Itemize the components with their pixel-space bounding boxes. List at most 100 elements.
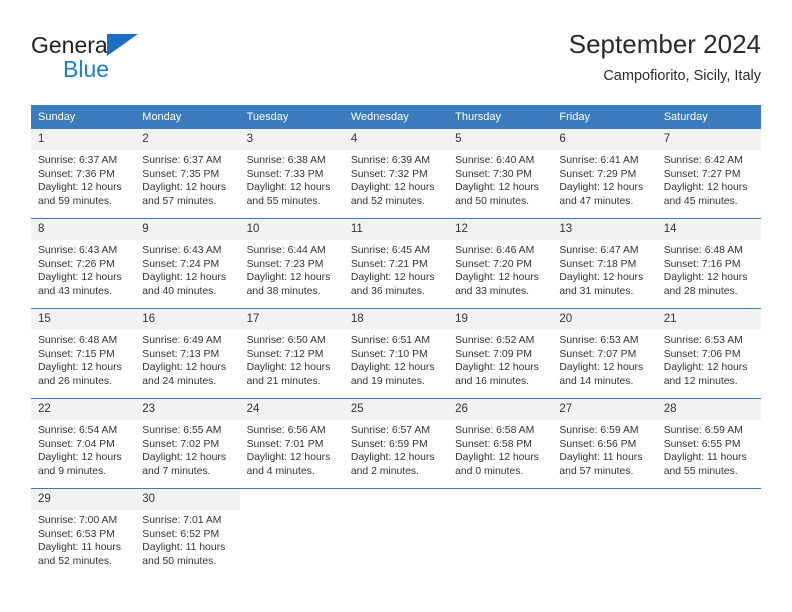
triangle-icon — [107, 34, 138, 56]
day-number: 1 — [31, 129, 136, 150]
day-cell[interactable]: 28 Sunrise: 6:59 AM Sunset: 6:55 PM Dayligh… — [656, 398, 761, 489]
day-cell[interactable]: 27 Sunrise: 6:59 AM Sunset: 6:56 PM Dayligh… — [552, 398, 657, 489]
day-number: 10 — [239, 219, 344, 240]
day-cell[interactable]: 19 Sunrise: 6:52 AM Sunset: 7:09 PM Dayligh… — [448, 308, 553, 399]
day-cell-empty — [239, 488, 344, 578]
day-sunrise-text: Sunrise: 6:49 AM — [142, 335, 222, 346]
day-cell[interactable]: 25 Sunrise: 6:57 AM Sunset: 6:59 PM Dayligh… — [343, 398, 449, 489]
day-cell[interactable]: 18 Sunrise: 6:51 AM Sunset: 7:10 PM Dayligh… — [343, 308, 449, 399]
day-daylight-2-text: and 2 minutes. — [350, 465, 420, 477]
day-daylight-2-text: and 31 minutes. — [559, 285, 634, 297]
day-cell[interactable]: 9 Sunrise: 6:43 AM Sunset: 7:24 PM Daylight… — [135, 218, 240, 309]
day-daylight-1-text: Daylight: 11 hours — [663, 452, 747, 464]
weekday-header-wednesday: Wednesday — [343, 105, 449, 129]
day-daylight-2-text: and 50 minutes. — [455, 195, 530, 207]
day-details: Sunrise: 6:40 AM Sunset: 7:30 PM Daylight:… — [448, 150, 552, 208]
day-cell[interactable]: 4 Sunrise: 6:39 AM Sunset: 7:32 PM Daylight… — [343, 128, 449, 219]
day-daylight-1-text: Daylight: 11 hours — [559, 452, 643, 464]
day-daylight-2-text: and 33 minutes. — [455, 285, 530, 297]
day-daylight-2-text: and 19 minutes. — [350, 375, 425, 387]
day-cell[interactable]: 2 Sunrise: 6:37 AM Sunset: 7:35 PM Daylight… — [135, 128, 240, 219]
day-cell-empty — [656, 488, 761, 578]
day-number — [448, 489, 553, 510]
day-number — [343, 489, 449, 510]
day-details: Sunrise: 6:46 AM Sunset: 7:20 PM Daylight:… — [448, 240, 552, 298]
day-daylight-2-text: and 26 minutes. — [38, 375, 112, 387]
day-number — [239, 489, 344, 510]
day-sunrise-text: Sunrise: 6:53 AM — [663, 335, 743, 346]
day-details: Sunrise: 6:54 AM Sunset: 7:04 PM Daylight:… — [31, 420, 135, 478]
day-daylight-1-text: Daylight: 12 hours — [142, 452, 227, 464]
day-cell[interactable]: 6 Sunrise: 6:41 AM Sunset: 7:29 PM Daylight… — [552, 128, 657, 219]
weekday-header-friday: Friday — [552, 105, 657, 129]
day-daylight-1-text: Daylight: 12 hours — [142, 182, 227, 194]
day-sunrise-text: Sunrise: 6:38 AM — [246, 155, 326, 166]
day-cell[interactable]: 11 Sunrise: 6:45 AM Sunset: 7:21 PM Dayligh… — [343, 218, 449, 309]
day-sunrise-text: Sunrise: 6:43 AM — [142, 245, 222, 256]
day-daylight-2-text: and 0 minutes. — [455, 465, 524, 477]
day-sunset-text: Sunset: 6:55 PM — [663, 438, 741, 450]
day-sunset-text: Sunset: 7:13 PM — [142, 348, 220, 360]
day-daylight-1-text: Daylight: 12 hours — [350, 452, 435, 464]
day-daylight-2-text: and 16 minutes. — [455, 375, 530, 387]
day-cell[interactable]: 26 Sunrise: 6:58 AM Sunset: 6:58 PM Dayligh… — [448, 398, 553, 489]
day-number: 19 — [448, 309, 553, 330]
day-sunset-text: Sunset: 6:59 PM — [350, 438, 428, 450]
day-cell[interactable]: 12 Sunrise: 6:46 AM Sunset: 7:20 PM Dayligh… — [448, 218, 553, 309]
day-details: Sunrise: 6:44 AM Sunset: 7:23 PM Daylight:… — [240, 240, 344, 298]
weekday-header-tuesday: Tuesday — [239, 105, 344, 129]
day-cell[interactable]: 16 Sunrise: 6:49 AM Sunset: 7:13 PM Dayligh… — [135, 308, 240, 399]
day-cell[interactable]: 13 Sunrise: 6:47 AM Sunset: 7:18 PM Dayligh… — [552, 218, 657, 309]
day-cell[interactable]: 30 Sunrise: 7:01 AM Sunset: 6:52 PM Dayligh… — [135, 488, 240, 578]
day-daylight-1-text: Daylight: 12 hours — [455, 452, 539, 464]
day-number: 3 — [239, 129, 344, 150]
day-sunrise-text: Sunrise: 7:00 AM — [38, 515, 118, 526]
day-number — [656, 489, 761, 510]
day-sunrise-text: Sunrise: 6:41 AM — [559, 155, 639, 166]
day-sunrise-text: Sunrise: 6:55 AM — [142, 425, 222, 436]
day-cell[interactable]: 29 Sunrise: 7:00 AM Sunset: 6:53 PM Dayligh… — [31, 488, 136, 578]
day-number: 2 — [135, 129, 240, 150]
day-cell[interactable]: 17 Sunrise: 6:50 AM Sunset: 7:12 PM Dayligh… — [239, 308, 344, 399]
day-daylight-2-text: and 47 minutes. — [559, 195, 634, 207]
day-cell[interactable]: 10 Sunrise: 6:44 AM Sunset: 7:23 PM Dayligh… — [239, 218, 344, 309]
day-daylight-1-text: Daylight: 12 hours — [663, 182, 748, 194]
day-sunrise-text: Sunrise: 6:50 AM — [246, 335, 326, 346]
day-cell-empty — [448, 488, 553, 578]
day-daylight-2-text: and 9 minutes. — [38, 465, 107, 477]
day-daylight-1-text: Daylight: 11 hours — [38, 542, 121, 554]
day-cell[interactable]: 20 Sunrise: 6:53 AM Sunset: 7:07 PM Dayligh… — [552, 308, 657, 399]
day-daylight-2-text: and 55 minutes. — [246, 195, 321, 207]
weekday-header-sunday: Sunday — [31, 105, 136, 129]
day-sunrise-text: Sunrise: 6:52 AM — [455, 335, 535, 346]
day-cell[interactable]: 8 Sunrise: 6:43 AM Sunset: 7:26 PM Daylight… — [31, 218, 136, 309]
day-details: Sunrise: 6:37 AM Sunset: 7:36 PM Daylight:… — [31, 150, 135, 208]
day-details: Sunrise: 6:37 AM Sunset: 7:35 PM Daylight:… — [135, 150, 239, 208]
weekday-header-thursday: Thursday — [448, 105, 553, 129]
calendar-week-row: 29 Sunrise: 7:00 AM Sunset: 6:53 PM Dayligh… — [31, 488, 761, 578]
day-cell[interactable]: 24 Sunrise: 6:56 AM Sunset: 7:01 PM Dayligh… — [239, 398, 344, 489]
day-cell[interactable]: 1 Sunrise: 6:37 AM Sunset: 7:36 PM Daylight… — [31, 128, 136, 219]
day-sunrise-text: Sunrise: 6:43 AM — [38, 245, 118, 256]
day-number: 16 — [135, 309, 240, 330]
day-daylight-1-text: Daylight: 12 hours — [559, 182, 644, 194]
day-daylight-1-text: Daylight: 12 hours — [38, 362, 122, 374]
day-number: 9 — [135, 219, 240, 240]
day-sunset-text: Sunset: 7:21 PM — [350, 258, 428, 270]
day-number: 23 — [135, 399, 240, 420]
day-cell[interactable]: 7 Sunrise: 6:42 AM Sunset: 7:27 PM Daylight… — [656, 128, 761, 219]
day-number: 28 — [656, 399, 761, 420]
day-cell[interactable]: 23 Sunrise: 6:55 AM Sunset: 7:02 PM Dayligh… — [135, 398, 240, 489]
day-daylight-2-text: and 12 minutes. — [663, 375, 738, 387]
brand-logo[interactable]: General Blue — [31, 32, 251, 88]
day-cell[interactable]: 22 Sunrise: 6:54 AM Sunset: 7:04 PM Dayligh… — [31, 398, 136, 489]
day-cell[interactable]: 3 Sunrise: 6:38 AM Sunset: 7:33 PM Daylight… — [239, 128, 344, 219]
day-cell[interactable]: 5 Sunrise: 6:40 AM Sunset: 7:30 PM Daylight… — [448, 128, 553, 219]
day-number: 11 — [343, 219, 449, 240]
day-cell[interactable]: 21 Sunrise: 6:53 AM Sunset: 7:06 PM Dayligh… — [656, 308, 761, 399]
day-sunrise-text: Sunrise: 6:37 AM — [142, 155, 222, 166]
day-cell[interactable]: 14 Sunrise: 6:48 AM Sunset: 7:16 PM Dayligh… — [656, 218, 761, 309]
day-daylight-2-text: and 14 minutes. — [559, 375, 634, 387]
day-daylight-1-text: Daylight: 12 hours — [350, 362, 435, 374]
day-cell[interactable]: 15 Sunrise: 6:48 AM Sunset: 7:15 PM Dayligh… — [31, 308, 136, 399]
